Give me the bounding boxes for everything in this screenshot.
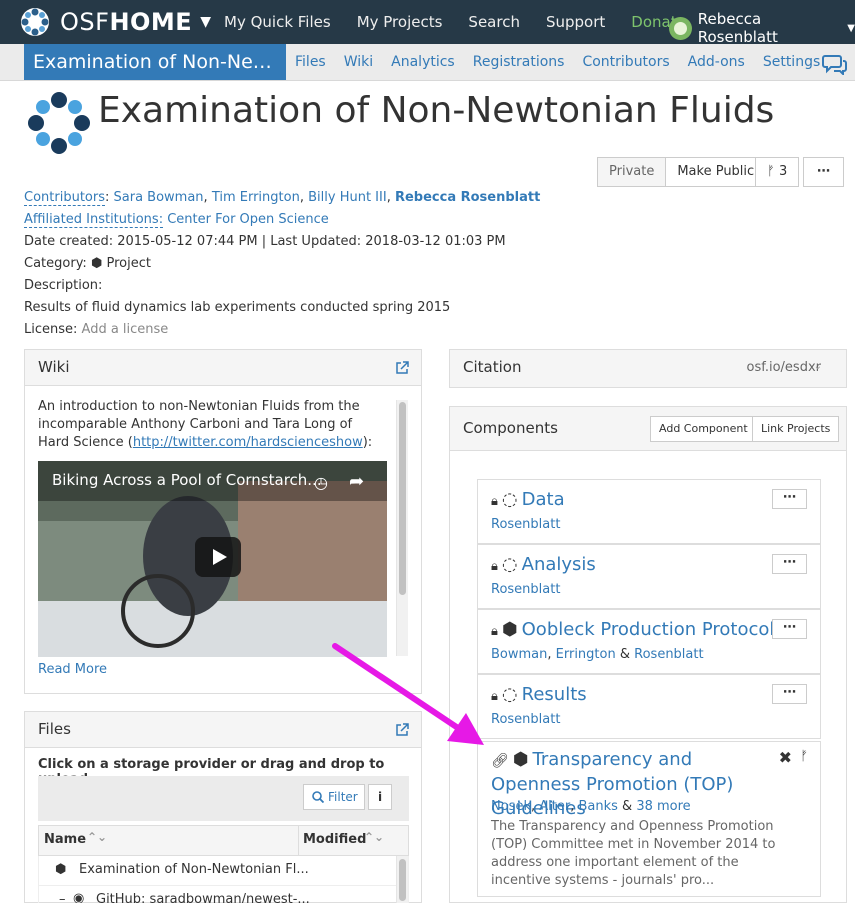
annotation-arrow: [332, 643, 484, 745]
